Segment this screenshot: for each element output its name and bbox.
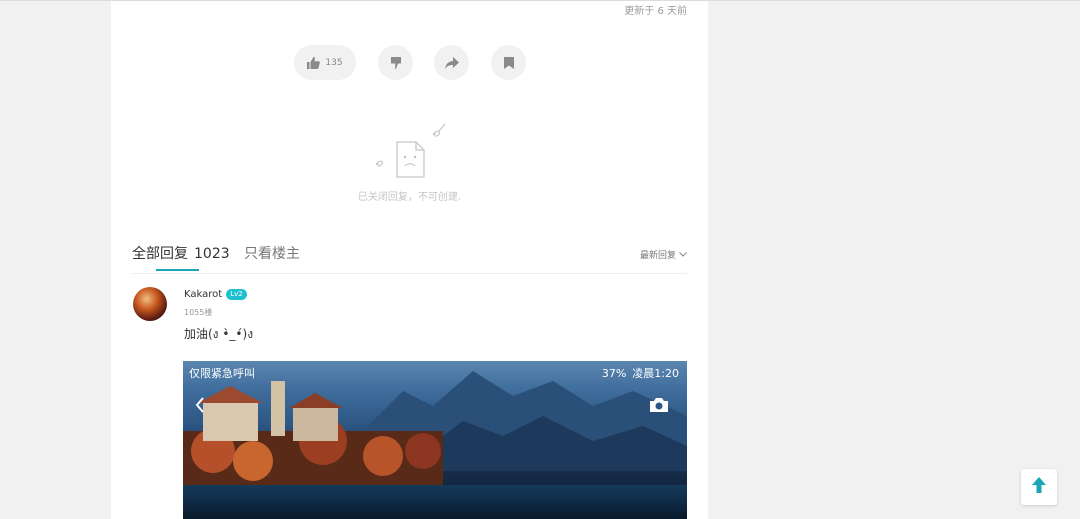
back-to-top-button[interactable] xyxy=(1021,469,1057,505)
username[interactable]: Kakarot xyxy=(184,289,222,300)
bookmark-button[interactable] xyxy=(491,45,526,80)
updated-time: 更新于 6 天前 xyxy=(624,6,687,17)
thumbs-down-icon xyxy=(390,56,402,69)
tab-all-replies[interactable]: 全部回复 1023 xyxy=(132,243,230,263)
like-button[interactable]: 135 xyxy=(294,45,356,80)
status-time: 凌晨1:20 xyxy=(632,367,679,380)
sort-dropdown[interactable]: 最新回复 xyxy=(640,248,687,261)
image-status-bar: 仅限紧急呼叫 37% 凌晨1:20 xyxy=(189,366,679,381)
camera-icon xyxy=(649,397,669,417)
reply-count: 1023 xyxy=(194,246,230,262)
floor-number: 1055楼 xyxy=(184,308,213,317)
arrow-up-icon xyxy=(1032,477,1046,497)
like-count: 135 xyxy=(325,57,343,68)
lake xyxy=(183,485,687,519)
reply-text: 加油(ง •̀_•́)ง xyxy=(184,327,254,341)
post-panel: 更新于 6 天前 135 已关闭回复，不可创建. 全部回复 1023 只看楼主 … xyxy=(111,1,708,519)
reply-author: Kakarot Lv2 xyxy=(184,289,247,300)
reply-image[interactable]: 仅限紧急呼叫 37% 凌晨1:20 xyxy=(183,361,687,519)
sort-label: 最新回复 xyxy=(639,251,676,261)
replies-closed-message: 已关闭回复，不可创建. xyxy=(357,192,462,203)
tab-op-only[interactable]: 只看楼主 xyxy=(244,243,300,263)
reply-tabs: 全部回复 1023 只看楼主 最新回复 xyxy=(132,243,687,274)
sad-document-icon xyxy=(373,121,449,183)
post-actions: 135 xyxy=(111,45,708,81)
level-badge: Lv2 xyxy=(226,289,247,300)
status-battery: 37% xyxy=(601,366,627,380)
status-left-text: 仅限紧急呼叫 xyxy=(189,367,255,380)
share-icon xyxy=(444,56,459,69)
active-tab-indicator xyxy=(156,269,199,271)
chevron-left-icon xyxy=(195,397,205,417)
tab-all-label: 全部回复 xyxy=(132,246,188,262)
chevron-down-icon xyxy=(679,250,687,260)
dislike-button[interactable] xyxy=(378,45,413,80)
avatar[interactable] xyxy=(133,287,167,321)
bookmark-icon xyxy=(503,56,514,69)
share-button[interactable] xyxy=(434,45,469,80)
thumbs-up-icon xyxy=(307,56,321,69)
